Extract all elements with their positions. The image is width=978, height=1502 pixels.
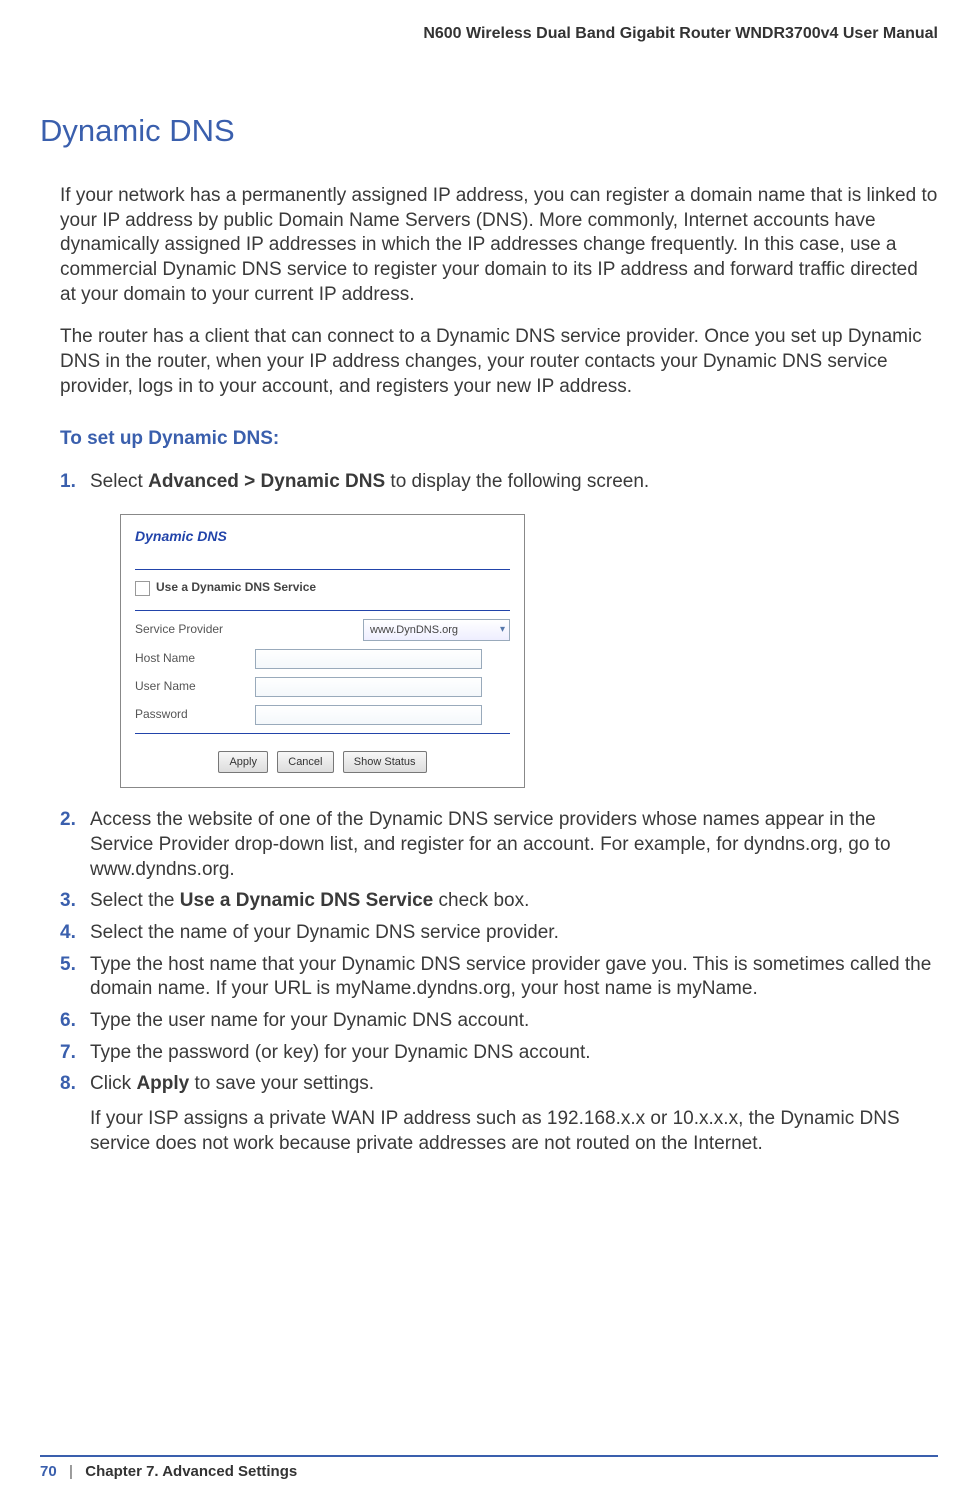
step-2: Access the website of one of the Dynamic… <box>60 808 938 882</box>
host-name-input[interactable] <box>255 649 482 669</box>
step-3-pre: Select the <box>90 890 180 911</box>
step-8-pre: Click <box>90 1073 136 1094</box>
password-row: Password <box>135 705 510 725</box>
step-8-bold: Apply <box>136 1073 189 1094</box>
step-3-bold: Use a Dynamic DNS Service <box>180 890 433 911</box>
panel-divider-bottom <box>135 733 510 734</box>
user-name-input[interactable] <box>255 677 482 697</box>
cancel-button[interactable]: Cancel <box>277 751 333 773</box>
section-heading: Dynamic DNS <box>40 113 938 149</box>
step-5: Type the host name that your Dynamic DNS… <box>60 953 938 1002</box>
service-provider-value: www.DynDNS.org <box>370 623 458 637</box>
step-8-post: to save your settings. <box>189 1073 374 1094</box>
step-8-note: If your ISP assigns a private WAN IP add… <box>90 1107 938 1156</box>
step-1-post: to display the following screen. <box>385 471 649 492</box>
step-3-post: check box. <box>433 890 529 911</box>
service-provider-row: Service Provider www.DynDNS.org ▾ <box>135 619 510 641</box>
setup-subheading: To set up Dynamic DNS: <box>60 428 938 450</box>
step-6: Type the user name for your Dynamic DNS … <box>60 1009 938 1034</box>
footer-text: 70 | Chapter 7. Advanced Settings <box>40 1463 938 1480</box>
step-3: Select the Use a Dynamic DNS Service che… <box>60 889 938 914</box>
page-number: 70 <box>40 1463 57 1480</box>
apply-button[interactable]: Apply <box>218 751 268 773</box>
footer-rule <box>40 1455 938 1457</box>
host-name-label: Host Name <box>135 651 255 667</box>
step-7: Type the password (or key) for your Dyna… <box>60 1041 938 1066</box>
use-ddns-checkbox[interactable] <box>135 581 150 596</box>
show-status-button[interactable]: Show Status <box>343 751 427 773</box>
service-provider-label: Service Provider <box>135 622 255 638</box>
password-label: Password <box>135 707 255 723</box>
step-1-pre: Select <box>90 471 148 492</box>
dynamic-dns-panel: Dynamic DNS Use a Dynamic DNS Service Se… <box>120 514 525 788</box>
service-provider-select[interactable]: www.DynDNS.org ▾ <box>363 619 510 641</box>
page-footer: 70 | Chapter 7. Advanced Settings <box>40 1447 938 1480</box>
chevron-down-icon: ▾ <box>500 623 505 636</box>
password-input[interactable] <box>255 705 482 725</box>
panel-divider-mid <box>135 610 510 611</box>
step-4: Select the name of your Dynamic DNS serv… <box>60 921 938 946</box>
panel-divider-top <box>135 569 510 570</box>
manual-header: N600 Wireless Dual Band Gigabit Router W… <box>0 0 978 43</box>
step-8: Click Apply to save your settings. If yo… <box>60 1072 938 1156</box>
paragraph-2: The router has a client that can connect… <box>40 325 938 399</box>
manual-title: N600 Wireless Dual Band Gigabit Router W… <box>423 25 938 42</box>
panel-buttons-row: Apply Cancel Show Status <box>135 748 510 773</box>
step-1: Select Advanced > Dynamic DNS to display… <box>60 470 938 789</box>
step-1-bold: Advanced > Dynamic DNS <box>148 471 385 492</box>
use-ddns-label: Use a Dynamic DNS Service <box>156 580 316 596</box>
paragraph-1: If your network has a permanently assign… <box>40 184 938 307</box>
steps-list: Select Advanced > Dynamic DNS to display… <box>40 470 938 1157</box>
user-name-label: User Name <box>135 679 255 695</box>
page-content: Dynamic DNS If your network has a perman… <box>0 43 978 1157</box>
host-name-row: Host Name <box>135 649 510 669</box>
footer-separator: | <box>69 1463 73 1480</box>
panel-title: Dynamic DNS <box>135 527 510 545</box>
use-ddns-row: Use a Dynamic DNS Service <box>135 580 510 596</box>
chapter-label: Chapter 7. Advanced Settings <box>85 1463 297 1480</box>
user-name-row: User Name <box>135 677 510 697</box>
